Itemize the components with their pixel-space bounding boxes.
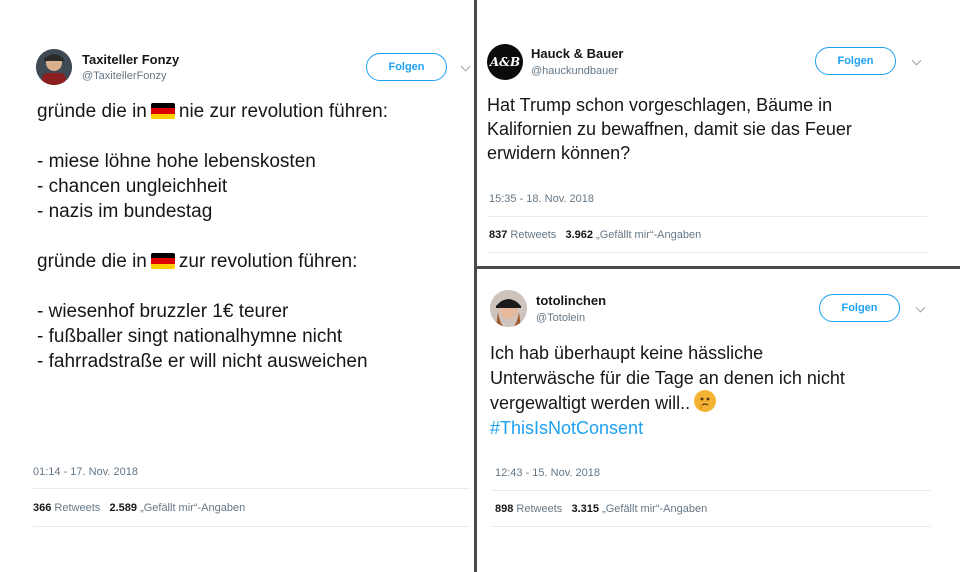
tweet-text: Hat Trump schon vorgeschlagen, Bäume in … [487,93,852,165]
chevron-down-icon[interactable] [460,61,471,72]
german-flag-icon [150,253,175,269]
tweet-line: vergewaltigt werden will.. [490,390,845,416]
like-label[interactable]: „Gefällt mir“-Angaben [140,502,245,514]
retweet-count[interactable]: 366 [33,502,51,514]
tweet-line: Kalifornien zu bewaffnen, damit sie das … [487,119,852,139]
chevron-down-icon[interactable] [915,302,926,313]
follow-button[interactable]: Folgen [366,53,447,81]
divider [487,216,927,217]
retweet-label[interactable]: Retweets [516,503,562,515]
like-label[interactable]: „Gefällt mir“-Angaben [602,503,707,515]
avatar-photo-icon [490,290,527,327]
user-handle[interactable]: @hauckundbauer [531,65,618,77]
tweet-line: gründe die in zur revolution führen: [37,251,358,272]
tweet-timestamp[interactable]: 12:43 - 15. Nov. 2018 [495,467,600,479]
user-handle[interactable]: @TaxitellerFonzy [82,70,167,82]
chevron-down-icon[interactable] [911,55,922,66]
tweet-text: Ich hab überhaupt keine hässliche Unterw… [490,341,845,440]
tweet-line: - nazis im bundestag [37,201,213,222]
thinking-face-icon [694,390,717,412]
display-name[interactable]: Taxiteller Fonzy [82,52,179,67]
avatar[interactable]: A&B [487,44,523,80]
retweet-count[interactable]: 898 [495,503,513,515]
tweet-stats: 837 Retweets 3.962 „Gefällt mir“-Angaben [489,229,701,241]
display-name[interactable]: Hauck & Bauer [531,46,623,61]
tweet-line: Ich hab überhaupt keine hässliche [490,343,764,363]
display-name[interactable]: totolinchen [536,293,606,308]
tweet-line: gründe die in nie zur revolution führen: [37,101,388,122]
follow-button[interactable]: Folgen [815,47,896,75]
retweet-label[interactable]: Retweets [510,229,556,241]
tweet-hauck-bauer: A&B Hauck & Bauer @hauckundbauer Folgen … [477,0,960,266]
tweet-timestamp[interactable]: 15:35 - 18. Nov. 2018 [489,193,594,205]
divider [487,252,927,253]
tweet-line: erwidern können? [487,143,631,163]
tweet-stats: 366 Retweets 2.589 „Gefällt mir“-Angaben [33,502,245,514]
avatar[interactable] [490,290,527,327]
tweet-totolinchen: totolinchen @Totolein Folgen Ich hab übe… [477,269,960,572]
divider [491,490,931,491]
tweet-line: - wiesenhof bruzzler 1€ teurer [37,301,289,322]
tweet-taxiteller-fonzy: Taxiteller Fonzy @TaxitellerFonzy Folgen… [0,0,474,572]
like-count[interactable]: 3.315 [571,503,599,515]
user-handle[interactable]: @Totolein [536,312,585,324]
tweet-line: - fahrradstraße er will nicht ausweichen [37,351,368,372]
divider [33,526,470,527]
retweet-count[interactable]: 837 [489,229,507,241]
tweet-text: gründe die in nie zur revolution führen: … [37,99,388,374]
tweet-line: Hat Trump schon vorgeschlagen, Bäume in [487,95,833,115]
like-count[interactable]: 3.962 [565,229,593,241]
avatar-photo-icon [36,49,72,85]
avatar-logo: A&B [489,55,521,69]
avatar[interactable] [36,49,72,85]
tweet-line: - fußballer singt nationalhymne nicht [37,326,343,347]
tweet-line: - miese löhne hohe lebenskosten [37,151,316,172]
retweet-label[interactable]: Retweets [54,502,100,514]
divider [491,526,931,527]
tweet-stats: 898 Retweets 3.315 „Gefällt mir“-Angaben [495,503,707,515]
tweet-line: Unterwäsche für die Tage an denen ich ni… [490,367,845,388]
hashtag-link[interactable]: #ThisIsNotConsent [490,416,845,441]
tweet-line: - chancen ungleichheit [37,176,228,197]
like-count[interactable]: 2.589 [109,502,137,514]
divider [33,488,470,489]
follow-button[interactable]: Folgen [819,294,900,322]
like-label[interactable]: „Gefällt mir“-Angaben [596,229,701,241]
german-flag-icon [150,103,175,119]
tweet-timestamp[interactable]: 01:14 - 17. Nov. 2018 [33,466,138,478]
